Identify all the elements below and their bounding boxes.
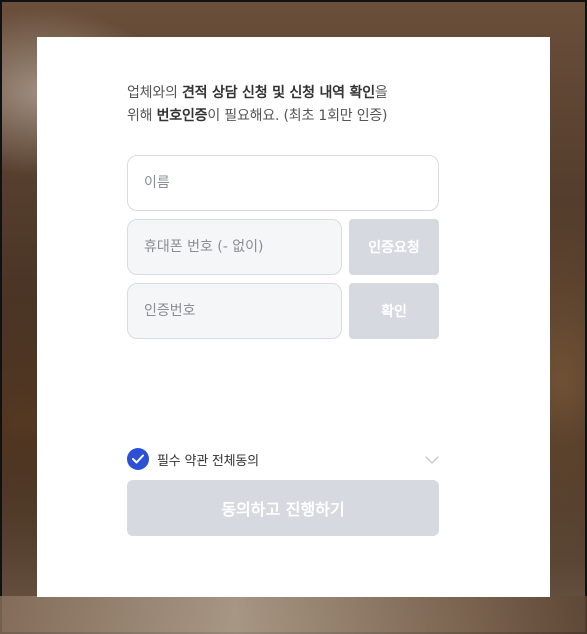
code-input[interactable] [144,303,341,319]
name-input[interactable] [144,175,438,191]
check-icon[interactable] [127,448,149,470]
intro-line2-prefix: 위해 [127,108,157,124]
request-code-button[interactable]: 인증요청 [349,219,439,275]
intro-line1-suffix: 을 [374,85,388,101]
chevron-down-icon[interactable] [425,452,439,466]
intro-line-1: 업체와의 견적 상담 신청 및 신청 내역 확인을 [127,82,457,105]
intro-line1-prefix: 업체와의 [127,85,182,101]
intro-line2-suffix: 이 필요해요. (최초 1회만 인증) [207,108,388,124]
code-field[interactable] [127,283,342,339]
confirm-code-button[interactable]: 확인 [349,283,439,339]
verification-dialog: 업체와의 견적 상담 신청 및 신청 내역 확인을 위해 번호인증이 필요해요.… [37,37,550,597]
phone-field[interactable] [127,219,342,275]
agree-all-row[interactable]: 필수 약관 전체동의 [127,448,439,470]
agree-all-label: 필수 약관 전체동의 [157,453,259,469]
background-band [0,596,587,634]
intro-line-2: 위해 번호인증이 필요해요. (최초 1회만 인증) [127,105,457,128]
intro-line2-bold: 번호인증 [156,108,208,124]
intro-line1-bold: 견적 상담 신청 및 신청 내역 확인 [181,85,375,101]
agree-and-proceed-button[interactable]: 동의하고 진행하기 [127,480,439,536]
phone-input[interactable] [144,239,341,255]
name-field[interactable] [127,155,439,211]
intro-text: 업체와의 견적 상담 신청 및 신청 내역 확인을 위해 번호인증이 필요해요.… [127,82,457,128]
